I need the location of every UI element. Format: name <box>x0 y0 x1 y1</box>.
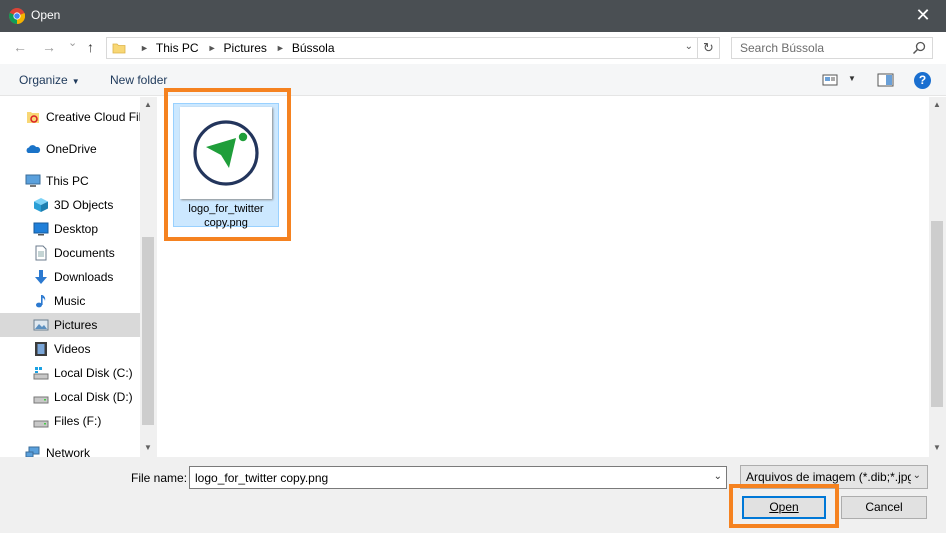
search-input[interactable]: Search Bússola <box>740 41 824 55</box>
address-history-button[interactable]: ⌄ <box>685 41 693 52</box>
chevron-down-icon: ⌄ <box>912 470 921 481</box>
folder-icon <box>112 43 126 54</box>
files-drive-icon <box>33 420 49 428</box>
forward-arrow-icon: → <box>42 39 56 55</box>
chevron-down-icon: ⌄ <box>68 37 78 49</box>
navigation-pane: Creative Cloud Files OneDrive This PC 3D… <box>0 97 157 457</box>
breadcrumb-bussola[interactable]: Bússola <box>292 41 335 55</box>
scroll-down-icon[interactable]: ▼ <box>933 443 941 452</box>
sidebar-item-label: Videos <box>54 342 91 356</box>
preview-pane-icon[interactable] <box>877 73 894 87</box>
refresh-button[interactable]: ↻ <box>697 38 719 58</box>
file-name-label: File name: <box>131 471 188 485</box>
up-button[interactable]: ↑ <box>87 40 94 54</box>
sidebar-item-label: Music <box>54 294 86 308</box>
scroll-up-icon[interactable]: ▲ <box>144 100 152 109</box>
caret-down-icon[interactable]: ▼ <box>848 74 856 83</box>
new-folder-button[interactable]: New folder <box>110 73 167 87</box>
sidebar-item-label: Network <box>46 446 91 457</box>
sidebar-item-label: Documents <box>54 246 115 260</box>
sidebar-item-label: Desktop <box>54 222 99 236</box>
local-disk-c-icon <box>33 367 49 380</box>
sidebar-item-this-pc[interactable]: This PC <box>0 169 140 193</box>
close-button[interactable]: ✕ <box>900 0 946 32</box>
search-icon <box>912 41 926 55</box>
organize-label: Organize <box>19 73 68 87</box>
sidebar-item-label: Local Disk (C:) <box>54 366 133 380</box>
sidebar-item-music[interactable]: Music <box>0 289 140 313</box>
address-bar[interactable]: ► This PC ► Pictures ► Bússola ⌄ ↻ <box>106 37 720 59</box>
sidebar-item-onedrive[interactable]: OneDrive <box>0 137 140 161</box>
breadcrumb: ► This PC ► Pictures ► Bússola <box>131 38 335 58</box>
pictures-icon <box>33 319 49 331</box>
sidebar-item-label: OneDrive <box>46 142 97 156</box>
breadcrumb-separator-icon: ► <box>207 43 217 53</box>
documents-icon <box>35 245 47 261</box>
back-arrow-icon: ← <box>13 39 27 55</box>
sidebar-item-3d-objects[interactable]: 3D Objects <box>0 193 140 217</box>
sidebar-item-label: Downloads <box>54 270 114 284</box>
3d-objects-icon <box>34 198 48 212</box>
content-scrollbar[interactable]: ▲ ▼ <box>929 97 946 457</box>
sidebar-item-files-drive[interactable]: Files (F:) <box>0 409 140 433</box>
sidebar-item-downloads[interactable]: Downloads <box>0 265 140 289</box>
sidebar-scrollbar[interactable]: ▲ ▼ <box>140 97 157 457</box>
breadcrumb-separator-icon: ► <box>275 43 285 53</box>
sidebar-item-local-disk-c[interactable]: Local Disk (C:) <box>0 361 140 385</box>
title-bar: Open ✕ <box>0 0 946 32</box>
file-name-field[interactable]: logo_for_twitter copy.png ⌄ <box>189 466 727 489</box>
window-title: Open <box>31 8 61 22</box>
local-disk-d-icon <box>33 396 49 404</box>
caret-down-icon: ▼ <box>71 77 80 86</box>
help-icon[interactable]: ? <box>914 72 931 89</box>
sidebar-item-videos[interactable]: Videos <box>0 337 140 361</box>
sidebar-item-network[interactable]: Network <box>0 441 140 457</box>
cancel-button[interactable]: Cancel <box>841 496 927 519</box>
breadcrumb-this-pc[interactable]: This PC <box>156 41 199 55</box>
scroll-up-icon[interactable]: ▲ <box>933 100 941 109</box>
desktop-icon <box>33 222 49 236</box>
downloads-icon <box>35 270 47 284</box>
file-name-value[interactable]: logo_for_twitter copy.png <box>195 471 328 485</box>
highlight-annotation <box>164 88 291 241</box>
sidebar-item-label: Creative Cloud Files <box>46 110 140 124</box>
command-bar: Organize ▼ New folder ▼ ? <box>0 64 946 96</box>
chevron-down-icon: ⌄ <box>684 41 693 52</box>
chrome-icon <box>9 8 25 24</box>
onedrive-icon <box>26 145 41 153</box>
sidebar-item-pictures[interactable]: Pictures <box>0 313 140 337</box>
breadcrumb-separator-icon: ► <box>140 43 149 53</box>
music-icon <box>36 295 46 308</box>
up-arrow-icon: ↑ <box>87 39 94 55</box>
videos-icon <box>35 342 47 356</box>
content-scrollbar-thumb[interactable] <box>931 221 943 407</box>
breadcrumb-pictures[interactable]: Pictures <box>224 41 267 55</box>
scroll-down-icon[interactable]: ▼ <box>144 443 152 452</box>
forward-button[interactable]: → <box>42 40 56 54</box>
this-pc-icon <box>25 174 41 187</box>
back-button[interactable]: ← <box>13 40 27 54</box>
search-box[interactable]: Search Bússola <box>731 37 933 59</box>
sidebar-item-label: Local Disk (D:) <box>54 390 133 404</box>
sidebar-item-label: Files (F:) <box>54 414 102 428</box>
sidebar-item-creative-cloud[interactable]: Creative Cloud Files <box>0 105 140 129</box>
highlight-annotation <box>729 484 839 528</box>
chevron-down-icon[interactable]: ⌄ <box>714 471 722 482</box>
sidebar-item-documents[interactable]: Documents <box>0 241 140 265</box>
sidebar-item-label: 3D Objects <box>54 198 114 212</box>
sidebar-item-label: This PC <box>46 174 89 188</box>
network-icon <box>25 446 40 457</box>
sidebar-item-label: Pictures <box>54 318 98 332</box>
organize-button[interactable]: Organize ▼ <box>19 73 80 87</box>
change-view-icon[interactable] <box>822 73 838 87</box>
close-icon: ✕ <box>915 5 931 25</box>
file-type-value: Arquivos de imagem (*.dib;*.jpg <box>746 470 911 484</box>
creative-cloud-icon <box>27 112 39 123</box>
sidebar-item-local-disk-d[interactable]: Local Disk (D:) <box>0 385 140 409</box>
recent-locations-button[interactable]: ⌄ <box>68 36 77 50</box>
refresh-icon: ↻ <box>703 40 714 55</box>
sidebar-item-desktop[interactable]: Desktop <box>0 217 140 241</box>
sidebar-scrollbar-thumb[interactable] <box>142 237 154 425</box>
